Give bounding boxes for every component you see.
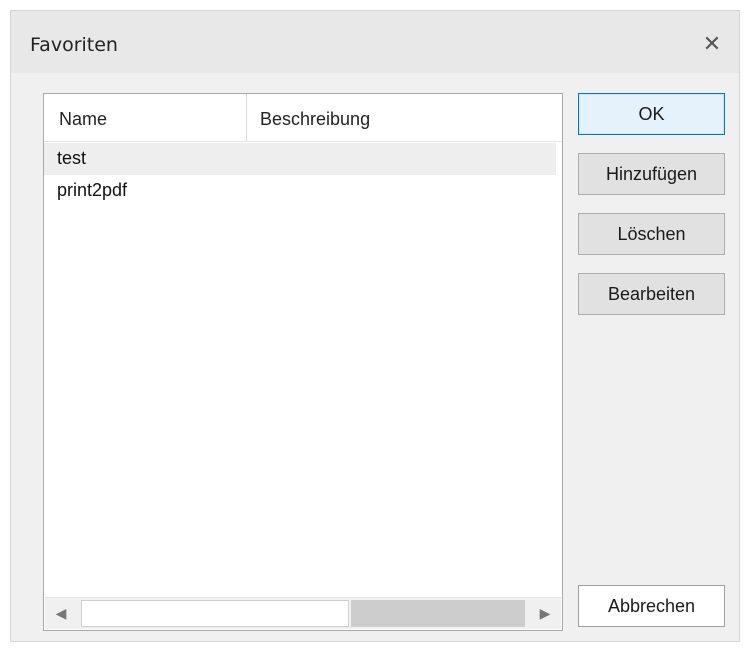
title-bar: Favoriten ✕ xyxy=(11,11,739,73)
ok-button[interactable]: OK xyxy=(578,93,725,135)
dialog-title: Favoriten xyxy=(30,34,118,56)
list-item[interactable]: test xyxy=(44,143,556,175)
scrollbar-thumb[interactable] xyxy=(81,600,349,627)
scroll-right-icon[interactable]: ▶ xyxy=(529,598,561,629)
cancel-button[interactable]: Abbrechen xyxy=(578,585,725,627)
scrollbar-track[interactable] xyxy=(351,600,525,627)
list-header: Name Beschreibung xyxy=(44,94,562,142)
favoriten-dialog: Favoriten ✕ Name Beschreibung test print… xyxy=(10,10,740,642)
list-item-name: test xyxy=(57,148,87,168)
column-header-description[interactable]: Beschreibung xyxy=(247,94,547,141)
horizontal-scrollbar[interactable]: ◀ ▶ xyxy=(45,597,561,629)
edit-button[interactable]: Bearbeiten xyxy=(578,273,725,315)
list-rows: test print2pdf xyxy=(44,143,562,207)
add-button[interactable]: Hinzufügen xyxy=(578,153,725,195)
close-icon[interactable]: ✕ xyxy=(699,31,725,57)
column-header-name[interactable]: Name xyxy=(44,94,247,141)
favorites-list[interactable]: Name Beschreibung test print2pdf ◀ ▶ xyxy=(43,93,563,631)
scroll-left-icon[interactable]: ◀ xyxy=(45,598,77,629)
list-item-name: print2pdf xyxy=(57,180,128,200)
list-item[interactable]: print2pdf xyxy=(44,175,562,207)
delete-button[interactable]: Löschen xyxy=(578,213,725,255)
